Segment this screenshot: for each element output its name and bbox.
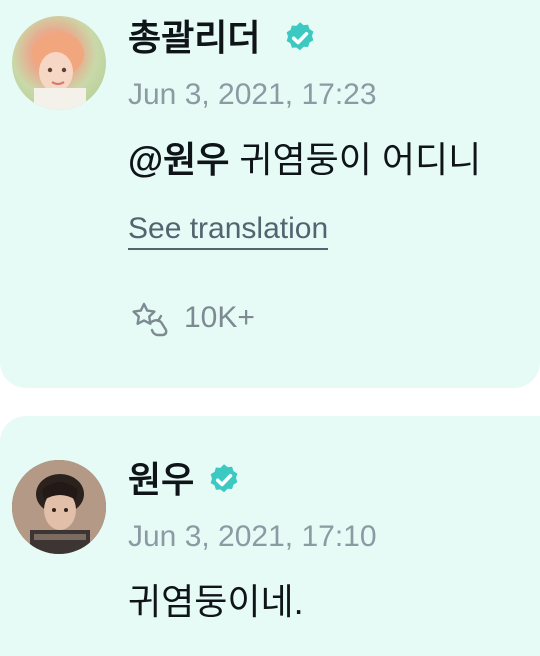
author-name-1[interactable]: 총괄리더 — [128, 20, 260, 56]
like-count: 10K+ — [184, 301, 255, 334]
post-text-content-1: 귀염둥이 어디니 — [229, 139, 482, 180]
star-hand-like-icon — [132, 302, 168, 337]
post-text-1: @원우 귀염둥이 어디니 — [128, 142, 481, 178]
mention-link[interactable]: @원우 — [128, 139, 229, 180]
post-text-2: 귀염둥이네. — [128, 581, 304, 622]
like-stat[interactable]: 10K+ — [128, 296, 255, 340]
verified-badge-icon — [282, 20, 318, 56]
verified-badge-icon — [206, 462, 242, 498]
avatar-image-2 — [12, 460, 106, 554]
author-name-2[interactable]: 원우 — [128, 462, 194, 498]
see-translation-link[interactable]: See translation — [128, 214, 329, 250]
author-avatar-1[interactable] — [12, 16, 106, 110]
avatar-image-1 — [32, 32, 86, 110]
author-avatar-2[interactable] — [12, 460, 106, 554]
post-date-2[interactable]: Jun 3, 2021, 17:10 — [128, 522, 377, 552]
post-date-1[interactable]: Jun 3, 2021, 17:23 — [128, 80, 377, 110]
